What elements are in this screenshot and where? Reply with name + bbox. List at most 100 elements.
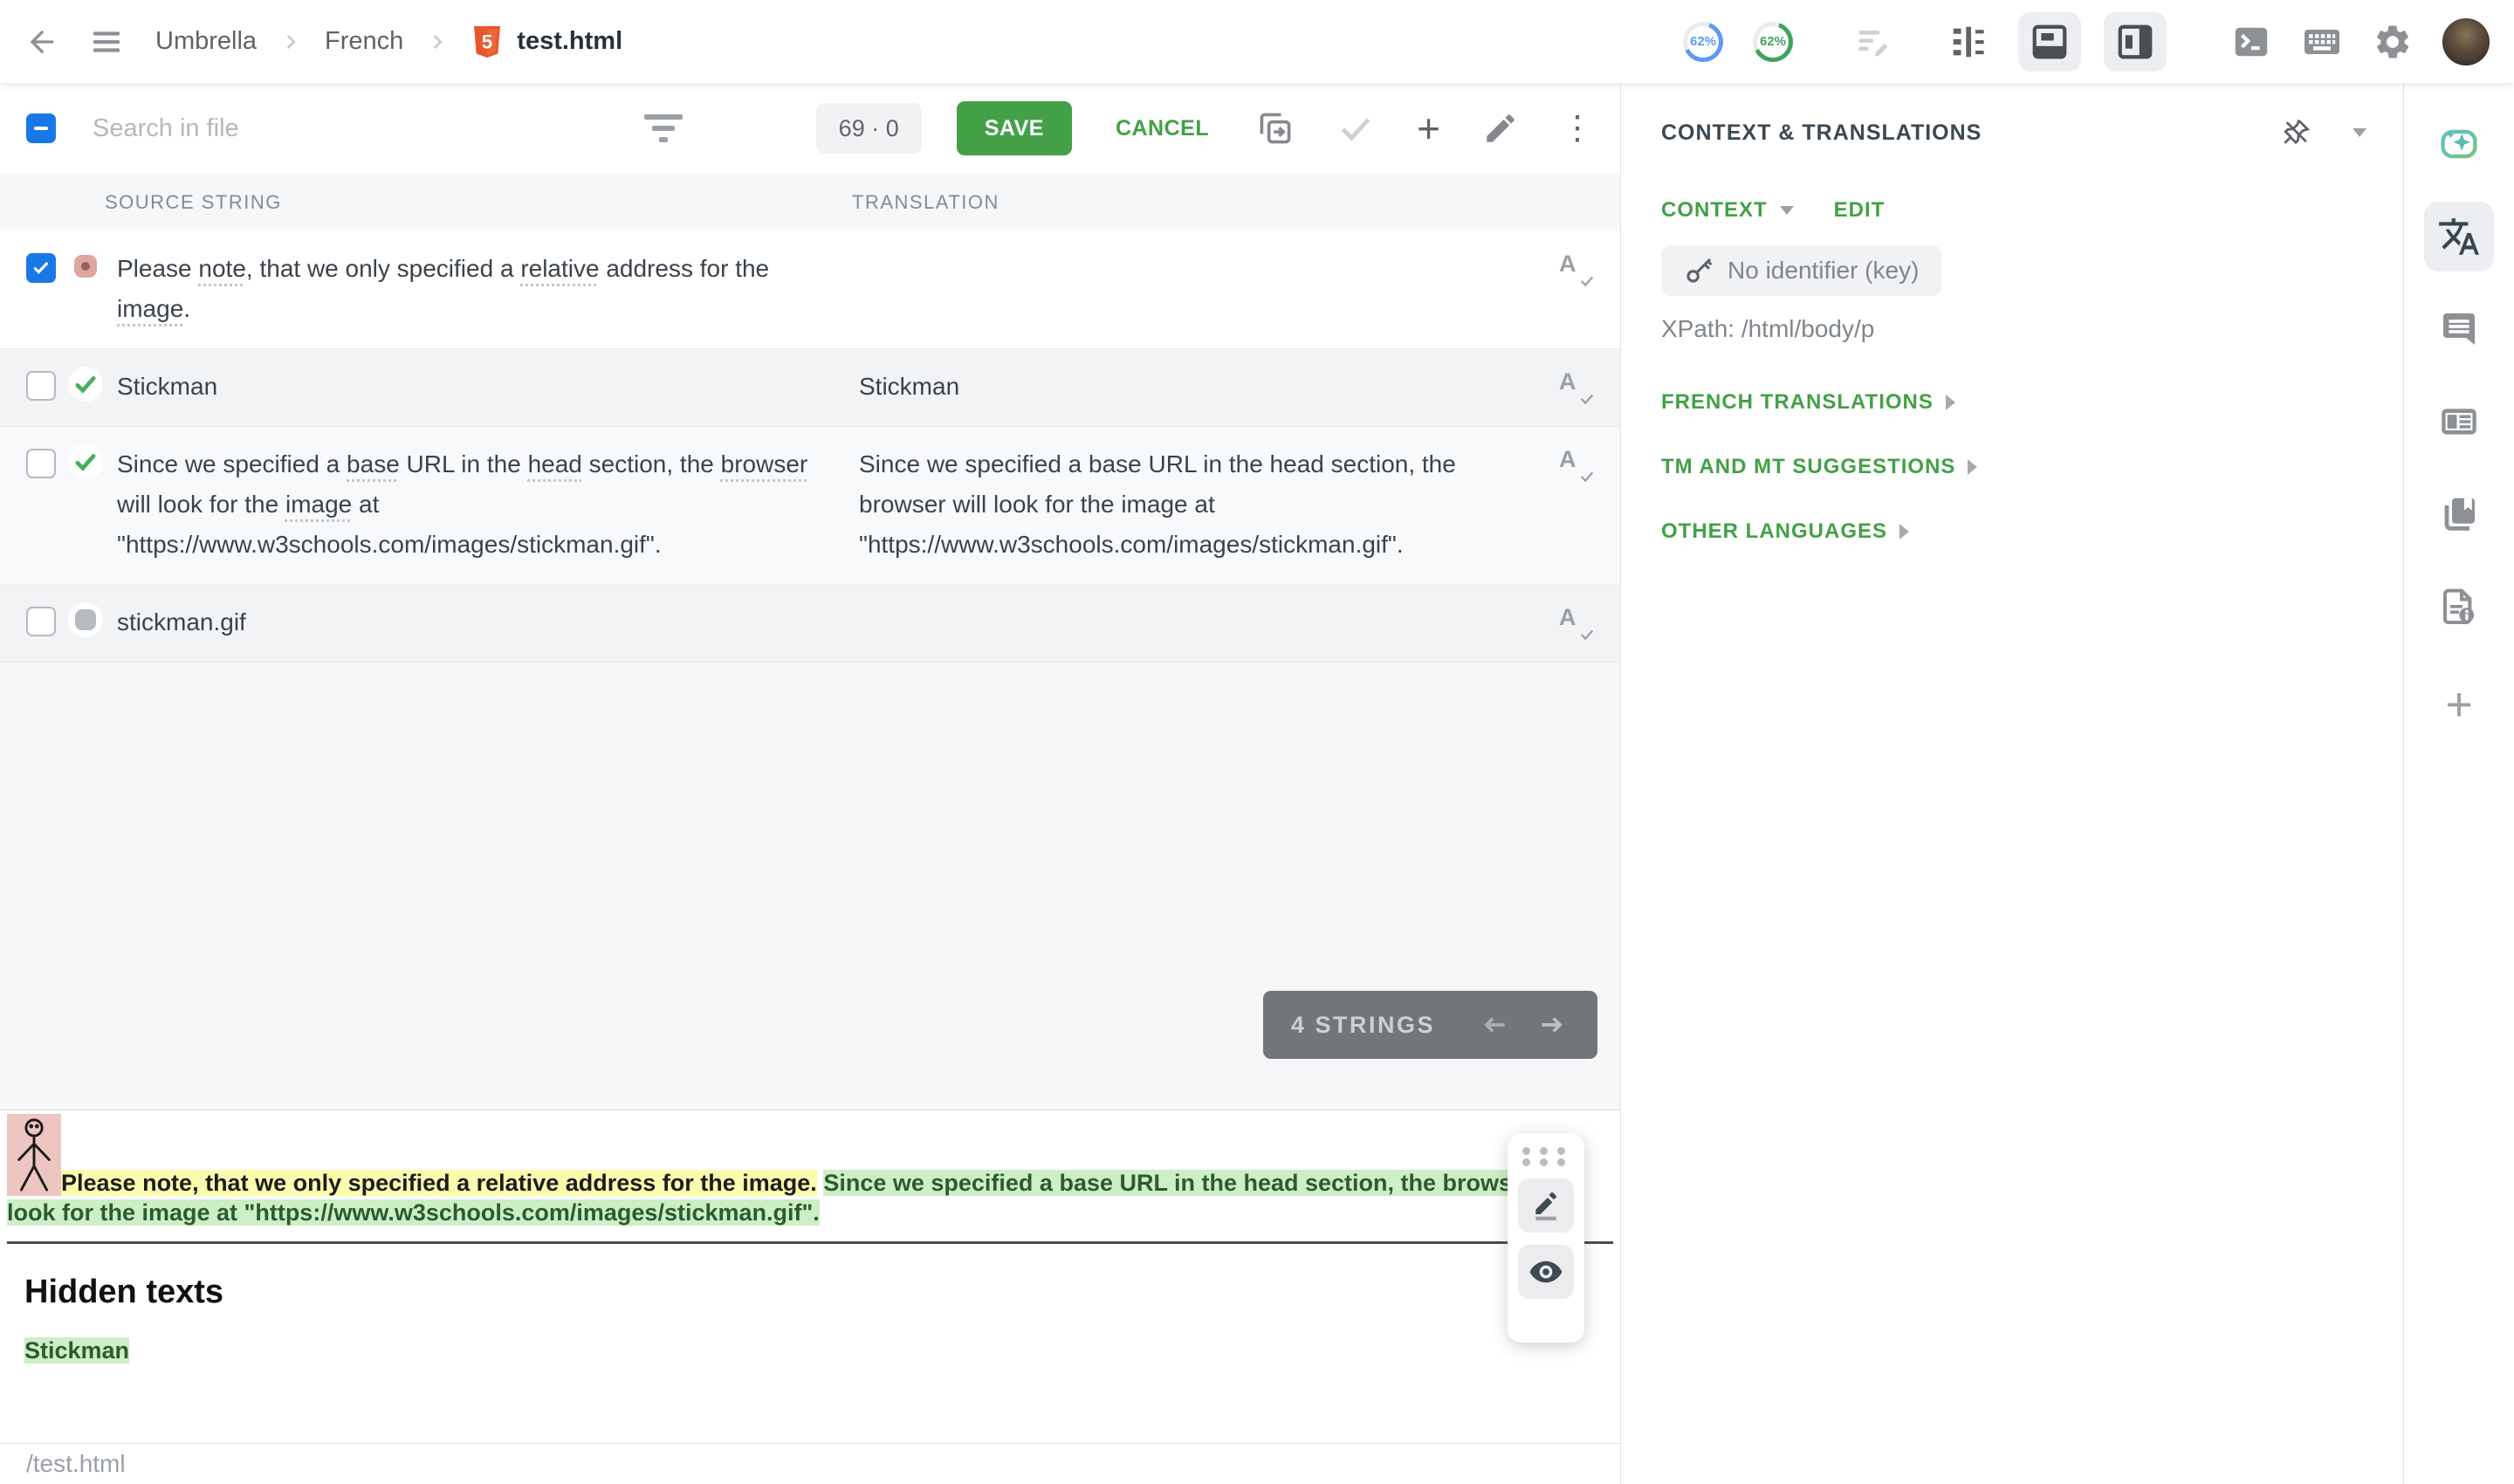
approve-letter: A [1559, 251, 1576, 277]
toggle-bottom-panel[interactable] [2018, 12, 2081, 72]
top-bar: Umbrella French 5 test.html 62% 62% [0, 0, 2514, 83]
string-row[interactable]: Since we specified a base URL in the hea… [0, 427, 1620, 585]
html5-file-icon: 5 [471, 24, 503, 59]
file-info-tab-icon[interactable] [2424, 572, 2494, 642]
xpath-text: XPath: /html/body/p [1661, 315, 2372, 343]
key-icon [1684, 256, 1714, 285]
section-tm-mt-suggestions[interactable]: TM AND MT SUGGESTIONS [1661, 455, 2372, 479]
edit-icon[interactable] [1482, 110, 1519, 147]
context-dropdown[interactable]: CONTEXT [1661, 198, 1768, 223]
keyboard-shortcuts-icon[interactable] [2301, 21, 2343, 63]
stickman-image[interactable] [7, 1114, 61, 1196]
table-header: SOURCE STRING TRANSLATION [0, 174, 1620, 231]
translation-memory-tab-icon[interactable] [2424, 479, 2494, 549]
app-window: Umbrella French 5 test.html 62% 62% [0, 0, 2514, 1484]
chevron-down-icon [1780, 206, 1794, 215]
ai-assistant-icon[interactable] [2424, 109, 2494, 179]
column-source: SOURCE STRING [105, 191, 282, 214]
preview-divider [7, 1241, 1613, 1244]
strings-pager: 4 STRINGS [1263, 991, 1597, 1059]
source-cell: Please note, that we only specified a re… [117, 249, 815, 329]
preview-eye-icon[interactable] [1518, 1245, 1574, 1299]
status-icon [68, 602, 103, 637]
section-label: OTHER LANGUAGES [1661, 519, 1887, 544]
chevron-right-icon [279, 31, 302, 53]
status-icon [68, 444, 103, 479]
duplicate-icon[interactable] [1256, 109, 1295, 148]
approve-translation-icon[interactable]: A [1559, 446, 1596, 484]
strings-list: Please note, that we only specified a re… [0, 231, 1620, 663]
preview-paragraph: Please note, that we only specified a re… [0, 1110, 1620, 1227]
hidden-texts-heading: Hidden texts [24, 1274, 1620, 1311]
column-translation: TRANSLATION [852, 191, 1620, 214]
unpin-icon[interactable] [2279, 116, 2312, 149]
toggle-right-panel[interactable] [2104, 12, 2167, 72]
approve-translation-icon[interactable]: A [1559, 251, 1596, 289]
highlighted-string-current[interactable]: Please note, that we only specified a re… [61, 1170, 817, 1196]
cancel-button[interactable]: CANCEL [1110, 115, 1214, 142]
next-page-icon[interactable] [1535, 1007, 1570, 1042]
breadcrumb-file: 5 test.html [471, 24, 622, 59]
context-panel: CONTEXT & TRANSLATIONS CONTEXT EDIT No i… [1620, 83, 2403, 1484]
status-icon [68, 367, 103, 402]
progress-ring-green: 62% [1753, 22, 1793, 62]
string-row[interactable]: Stickman Stickman A [0, 349, 1620, 427]
terms-tab-icon[interactable] [2424, 387, 2494, 457]
string-counter: 69 · 0 [816, 103, 922, 154]
hidden-text-item[interactable]: Stickman [24, 1337, 1620, 1364]
section-other-languages[interactable]: OTHER LANGUAGES [1661, 519, 2372, 544]
translation-cell[interactable]: Stickman [859, 367, 1549, 407]
translations-tab-icon[interactable] [2424, 202, 2494, 271]
editor-pane: 69 · 0 SAVE CANCEL + ⋮ SOURCE STRING TRA… [0, 83, 1620, 1484]
overflow-menu-icon[interactable]: ⋮ [1561, 112, 1594, 145]
translation-cell[interactable]: Since we specified a base URL in the hea… [859, 444, 1549, 565]
preview-edit-icon[interactable] [1518, 1178, 1574, 1233]
string-row[interactable]: Please note, that we only specified a re… [0, 231, 1620, 349]
strings-count: 4 STRINGS [1291, 1012, 1435, 1039]
right-icon-rail: + [2403, 83, 2514, 1484]
edit-context-button[interactable]: EDIT [1834, 198, 1886, 223]
source-cell: Stickman [117, 367, 815, 407]
save-button[interactable]: SAVE [957, 101, 1072, 155]
section-label: FRENCH TRANSLATIONS [1661, 390, 1934, 415]
string-row[interactable]: stickman.gif A [0, 585, 1620, 663]
draft-edit-icon [1854, 23, 1892, 61]
section-label: TM AND MT SUGGESTIONS [1661, 455, 1955, 479]
filter-icon[interactable] [644, 114, 683, 142]
file-path-bar: /test.html [0, 1443, 1620, 1484]
progress-value: 62% [1690, 34, 1716, 49]
row-checkbox[interactable] [26, 371, 56, 401]
side-by-side-mode-icon[interactable] [1948, 22, 1989, 62]
add-panel-icon[interactable]: + [2424, 670, 2494, 739]
prev-page-icon[interactable] [1477, 1007, 1512, 1042]
row-checkbox[interactable] [26, 449, 56, 478]
progress-value: 62% [1760, 34, 1786, 49]
source-cell: Since we specified a base URL in the hea… [117, 444, 815, 565]
panel-collapse-icon[interactable] [2353, 128, 2366, 137]
section-french-translations[interactable]: FRENCH TRANSLATIONS [1661, 390, 2372, 415]
row-checkbox[interactable] [26, 253, 56, 283]
approve-letter: A [1559, 446, 1576, 472]
menu-icon[interactable] [89, 24, 124, 59]
add-string-icon[interactable]: + [1417, 108, 1440, 148]
approve-translation-icon[interactable]: A [1559, 368, 1596, 407]
file-path: /test.html [26, 1450, 126, 1478]
strings-toolbar: 69 · 0 SAVE CANCEL + ⋮ [0, 83, 1620, 174]
breadcrumb-project[interactable]: Umbrella [155, 27, 257, 56]
drag-handle-icon[interactable] [1522, 1147, 1570, 1166]
identifier-pill[interactable]: No identifier (key) [1661, 245, 1941, 296]
user-avatar[interactable] [2442, 18, 2490, 65]
gear-icon[interactable] [2373, 22, 2413, 62]
console-icon[interactable] [2231, 22, 2271, 62]
select-all-checkbox[interactable] [26, 113, 56, 143]
comments-tab-icon[interactable] [2424, 294, 2494, 364]
breadcrumb-language[interactable]: French [325, 27, 403, 56]
row-checkbox[interactable] [26, 607, 56, 636]
search-input[interactable] [91, 113, 548, 144]
back-icon[interactable] [24, 24, 59, 59]
chevron-right-icon [1968, 459, 1977, 475]
chevron-right-icon [1899, 524, 1909, 539]
approve-all-icon [1336, 109, 1375, 148]
approve-translation-icon[interactable]: A [1559, 604, 1596, 642]
progress-ring-blue: 62% [1683, 22, 1723, 62]
